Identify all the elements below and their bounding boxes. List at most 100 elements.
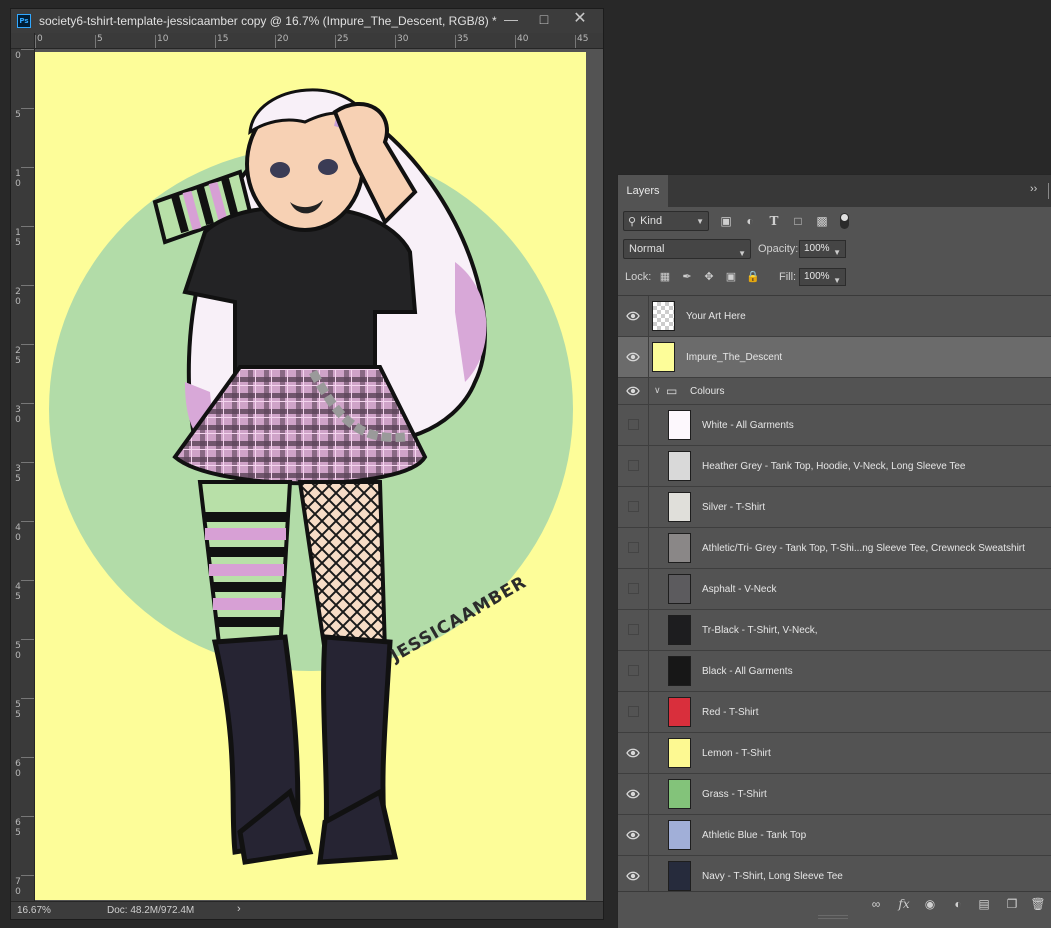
canvas-area[interactable]: JESSICAAMBER (35, 49, 603, 901)
image-filter-icon[interactable]: ▣ (718, 213, 734, 229)
minimize-button[interactable]: — (495, 9, 527, 31)
maximize-button[interactable]: □ (528, 9, 560, 31)
horizontal-ruler[interactable]: 0 5 10 15 20 25 30 35 40 45 (35, 33, 603, 49)
layer-row[interactable]: Asphalt - V-Neck (618, 569, 1051, 610)
artboard[interactable]: JESSICAAMBER (35, 52, 586, 900)
layer-name[interactable]: Heather Grey - Tank Top, Hoodie, V-Neck,… (702, 446, 966, 487)
visibility-toggle[interactable] (628, 460, 639, 471)
layer-thumbnail[interactable] (668, 656, 691, 686)
layer-name[interactable]: Red - T-Shirt (702, 692, 759, 733)
visibility-toggle[interactable] (628, 501, 639, 512)
eye-icon[interactable] (626, 350, 640, 364)
layer-thumbnail[interactable] (668, 615, 691, 645)
opacity-field[interactable]: 100% ▼ (799, 240, 846, 258)
layer-thumbnail[interactable] (668, 574, 691, 604)
eye-icon[interactable] (626, 787, 640, 801)
layer-thumbnail[interactable] (668, 492, 691, 522)
layer-row[interactable]: Athletic/Tri- Grey - Tank Top, T-Shi...n… (618, 528, 1051, 569)
visibility-toggle[interactable] (628, 583, 639, 594)
layer-thumbnail[interactable] (668, 820, 691, 850)
layer-name[interactable]: Your Art Here (686, 296, 746, 337)
fx-icon[interactable]: fx (896, 896, 912, 912)
eye-icon[interactable] (626, 384, 640, 398)
layer-row[interactable]: Lemon - T-Shirt (618, 733, 1051, 774)
chevron-right-icon[interactable]: › (237, 903, 241, 915)
doc-size-info[interactable]: Doc: 48.2M/972.4M (107, 904, 194, 918)
adjustment-filter-icon[interactable]: ◐ (742, 213, 758, 229)
double-chevron-right-icon[interactable]: ›› (1030, 183, 1037, 195)
vertical-ruler[interactable]: 0 5 10 15 20 25 30 35 40 45 50 55 60 65 70 (11, 49, 35, 901)
layer-row[interactable]: Grass - T-Shirt (618, 774, 1051, 815)
layer-row[interactable]: Silver - T-Shirt (618, 487, 1051, 528)
layer-name[interactable]: Lemon - T-Shirt (702, 733, 771, 774)
layer-thumbnail[interactable] (668, 410, 691, 440)
layer-name[interactable]: Grass - T-Shirt (702, 774, 767, 815)
lock-image-icon[interactable]: ✒ (680, 270, 694, 284)
adjustment-icon[interactable]: ◐ (950, 896, 966, 912)
layer-name[interactable]: Silver - T-Shirt (702, 487, 765, 528)
visibility-toggle[interactable] (628, 624, 639, 635)
smart-object-filter-icon[interactable]: ▩ (814, 213, 830, 229)
layer-row[interactable]: Heather Grey - Tank Top, Hoodie, V-Neck,… (618, 446, 1051, 487)
layer-thumbnail[interactable] (668, 861, 691, 891)
layers-list[interactable]: Your Art Here Impure_The_Descent ∨ ▭ Colours… (618, 295, 1051, 891)
chevron-down-icon[interactable]: ▼ (833, 273, 841, 289)
trash-icon[interactable]: 🗑 (1030, 896, 1046, 912)
ruler-origin[interactable] (11, 33, 35, 49)
layer-group-row[interactable]: ∨ ▭ Colours (618, 378, 1051, 405)
layer-name[interactable]: White - All Garments (702, 405, 794, 446)
layer-row[interactable]: Tr-Black - T-Shirt, V-Neck, (618, 610, 1051, 651)
layer-name[interactable]: Navy - T-Shirt, Long Sleeve Tee (702, 856, 843, 891)
layer-row[interactable]: Red - T-Shirt (618, 692, 1051, 733)
layer-row[interactable]: Your Art Here (618, 296, 1051, 337)
lock-transparent-icon[interactable]: ▦ (658, 270, 672, 284)
layer-thumbnail[interactable] (668, 738, 691, 768)
layer-name[interactable]: Tr-Black - T-Shirt, V-Neck, (702, 610, 818, 651)
tab-layers[interactable]: Layers (618, 175, 668, 207)
lock-all-icon[interactable]: 🔒 (746, 270, 760, 284)
visibility-toggle[interactable] (628, 665, 639, 676)
lock-artboard-icon[interactable]: ▣ (724, 270, 738, 284)
eye-icon[interactable] (626, 828, 640, 842)
visibility-toggle[interactable] (628, 706, 639, 717)
layer-thumbnail[interactable] (668, 779, 691, 809)
link-icon[interactable]: ∞ (868, 896, 884, 912)
layer-row[interactable]: Navy - T-Shirt, Long Sleeve Tee (618, 856, 1051, 891)
layer-thumbnail[interactable] (668, 451, 691, 481)
layer-name[interactable]: Athletic Blue - Tank Top (702, 815, 806, 856)
blend-mode-select[interactable]: Normal ▼ (623, 239, 751, 259)
layer-name[interactable]: Colours (690, 378, 724, 405)
layer-thumbnail[interactable] (652, 301, 675, 331)
visibility-toggle[interactable] (628, 542, 639, 553)
visibility-toggle[interactable] (628, 419, 639, 430)
chevron-down-icon[interactable]: ∨ (654, 385, 661, 396)
eye-icon[interactable] (626, 869, 640, 883)
zoom-level-field[interactable]: 16.67% (17, 904, 65, 918)
document-titlebar[interactable]: Ps society6-tshirt-template-jessicaamber… (11, 9, 603, 33)
close-button[interactable]: ✕ (559, 9, 601, 31)
folder-icon[interactable]: ▤ (976, 896, 992, 912)
layer-thumbnail[interactable] (668, 697, 691, 727)
eye-icon[interactable] (626, 746, 640, 760)
layer-row[interactable]: Black - All Garments (618, 651, 1051, 692)
layer-name[interactable]: Impure_The_Descent (686, 337, 782, 378)
panel-resize-grip[interactable] (818, 915, 848, 919)
chevron-down-icon[interactable]: ▼ (833, 245, 841, 261)
filter-kind-select[interactable]: ⚲ Kind ▼ (623, 211, 709, 231)
type-filter-icon[interactable]: T (766, 213, 782, 229)
layer-name[interactable]: Asphalt - V-Neck (702, 569, 776, 610)
lock-position-icon[interactable]: ✥ (702, 270, 716, 284)
filter-toggle[interactable] (840, 213, 849, 229)
shape-filter-icon[interactable]: □ (790, 213, 806, 229)
layer-thumbnail[interactable] (668, 533, 691, 563)
layer-row[interactable]: White - All Garments (618, 405, 1051, 446)
eye-icon[interactable] (626, 309, 640, 323)
layer-name[interactable]: Athletic/Tri- Grey - Tank Top, T-Shi...n… (702, 528, 1025, 569)
layer-row[interactable]: Impure_The_Descent (618, 337, 1051, 378)
fill-field[interactable]: 100% ▼ (799, 268, 846, 286)
layer-name[interactable]: Black - All Garments (702, 651, 793, 692)
layer-thumbnail[interactable] (652, 342, 675, 372)
layer-row[interactable]: Athletic Blue - Tank Top (618, 815, 1051, 856)
new-layer-icon[interactable]: ❐ (1004, 896, 1020, 912)
mask-icon[interactable]: ◉ (922, 896, 938, 912)
